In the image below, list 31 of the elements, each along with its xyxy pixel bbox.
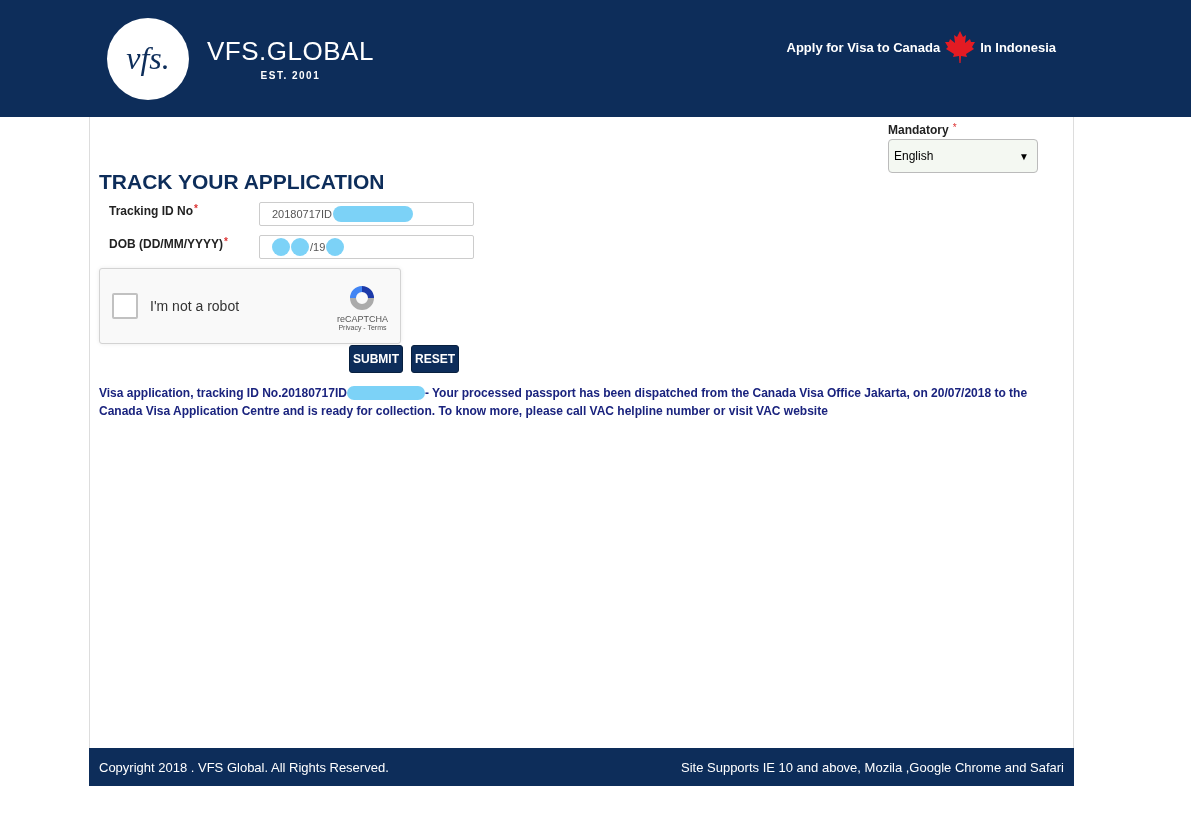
required-mark: * <box>224 237 228 247</box>
apply-text: Apply for Visa to Canada <box>786 40 941 55</box>
redaction-mark <box>272 238 290 256</box>
field-label: DOB (DD/MM/YYYY) <box>109 237 223 251</box>
required-mark: * <box>194 204 198 214</box>
logo-circle: vfs. <box>107 17 189 100</box>
form-button[interactable]: RESET <box>411 345 459 373</box>
field-value: 20180717ID <box>272 208 332 220</box>
captcha-label: I'm not a robot <box>150 298 241 314</box>
maple-leaf-icon <box>944 30 977 64</box>
redaction-mark <box>291 238 309 256</box>
form-button[interactable]: SUBMIT <box>349 345 403 373</box>
language-label: Mandatory <box>888 123 949 137</box>
copyright-text: Copyright 2018 . VFS Global. All Rights Reserved. <box>99 759 389 775</box>
language-select[interactable]: English ▼ <box>888 139 1038 173</box>
browser-support-text: Site Supports IE 10 and above, Mozila ,Google Chrome and Safari <box>681 759 1064 775</box>
input-field[interactable]: 20180717ID <box>259 202 474 226</box>
brand-name: VFS.GLOBAL <box>207 36 374 67</box>
captcha-checkbox[interactable] <box>112 293 138 319</box>
status-message: Visa application, tracking ID No.20180717ID <box>99 385 347 402</box>
input-field[interactable]: /19 <box>259 235 474 259</box>
page-title: TRACK YOUR APPLICATION <box>99 169 385 194</box>
required-mark: * <box>952 123 957 133</box>
redaction-mark <box>326 238 345 256</box>
recaptcha-brand: reCAPTCHA <box>337 313 388 324</box>
status-message: - Your processed passport has been dispatched from the Canada Visa Office Jakarta, on 20/07/2018 to the <box>424 385 1028 402</box>
field-label: Tracking ID No <box>109 204 194 218</box>
status-message: Canada Visa Application Centre and is ready for collection. To know more, please call VAC helpline number or visit VAC website <box>99 403 828 420</box>
field-value: /19 <box>310 241 326 253</box>
country-text: In Indonesia <box>980 40 1056 55</box>
brand-tagline: EST. 2001 <box>260 70 321 81</box>
